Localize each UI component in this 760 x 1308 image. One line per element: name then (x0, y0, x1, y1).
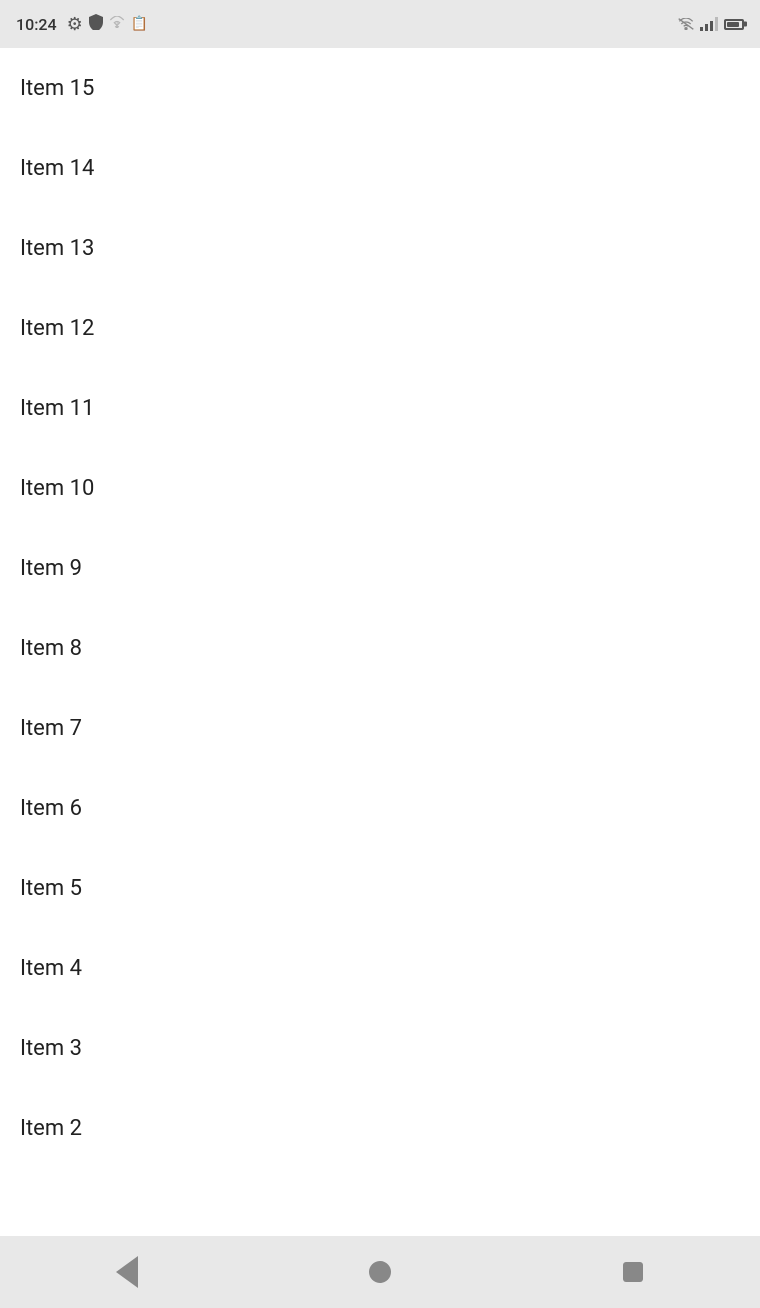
status-bar-left: 10:24 ⚙ ? 📋 (16, 14, 148, 35)
list-item-text: Item 7 (20, 716, 82, 741)
list-item-text: Item 5 (20, 876, 82, 901)
list-item[interactable]: Item 10 (0, 448, 760, 528)
status-bar: 10:24 ⚙ ? 📋 (0, 0, 760, 48)
list-item[interactable]: Item 7 (0, 688, 760, 768)
list-item-text: Item 14 (20, 156, 94, 181)
list-item-text: Item 8 (20, 636, 82, 661)
list-item[interactable]: Item 2 (0, 1088, 760, 1168)
back-icon (116, 1256, 138, 1288)
wifi-icon: ? (109, 16, 125, 32)
list-item[interactable]: Item 11 (0, 368, 760, 448)
main-list[interactable]: Item 15 Item 14 Item 13 Item 12 Item 11 Item … (0, 48, 760, 1236)
list-item-text: Item 11 (20, 396, 94, 421)
list-item[interactable]: Item 9 (0, 528, 760, 608)
list-item[interactable]: Item 12 (0, 288, 760, 368)
battery-icon (724, 19, 744, 30)
status-bar-right (678, 15, 744, 34)
list-item-text: Item 13 (20, 236, 94, 261)
recent-button[interactable] (603, 1242, 663, 1302)
list-item-text: Item 2 (20, 1116, 82, 1141)
status-time: 10:24 (16, 15, 57, 34)
home-button[interactable] (350, 1242, 410, 1302)
list-item-text: Item 4 (20, 956, 82, 981)
shield-icon (89, 14, 103, 34)
list-item[interactable]: Item 4 (0, 928, 760, 1008)
navigation-bar (0, 1236, 760, 1308)
recent-icon (623, 1262, 643, 1282)
home-icon (369, 1261, 391, 1283)
list-item[interactable]: Item 5 (0, 848, 760, 928)
signal-bars (700, 17, 718, 31)
list-item[interactable]: Item 14 (0, 128, 760, 208)
list-item[interactable]: Item 3 (0, 1008, 760, 1088)
list-item[interactable]: Item 15 (0, 48, 760, 128)
list-item-text: Item 15 (20, 76, 94, 101)
list-item-text: Item 10 (20, 476, 94, 501)
list-item-text: Item 12 (20, 316, 94, 341)
list-item-text: Item 9 (20, 556, 82, 581)
clipboard-icon: 📋 (131, 16, 148, 32)
list-item[interactable]: Item 6 (0, 768, 760, 848)
status-icons: ⚙ ? 📋 (67, 14, 149, 35)
back-button[interactable] (97, 1242, 157, 1302)
list-item-text: Item 6 (20, 796, 82, 821)
list-item[interactable]: Item 8 (0, 608, 760, 688)
list-item-text: Item 3 (20, 1036, 82, 1061)
gear-icon: ⚙ (67, 14, 83, 35)
list-item[interactable]: Item 13 (0, 208, 760, 288)
wifi-off-icon (678, 15, 694, 34)
